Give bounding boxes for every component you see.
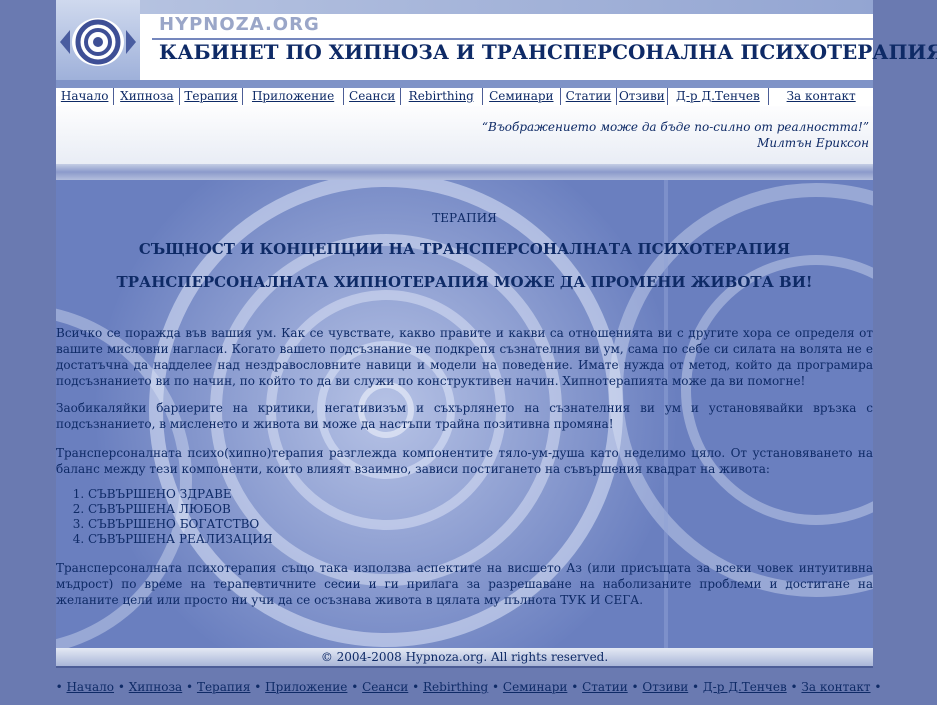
footer-link-hypnosis[interactable]: Хипноза — [129, 680, 182, 694]
nav-item-articles[interactable]: Статии — [561, 88, 618, 105]
footer-separator: • — [488, 680, 503, 694]
page: HYPNOZA.ORG КАБИНЕТ ПО ХИПНОЗА И ТРАНСПЕ… — [56, 0, 937, 668]
footer-link-rebirthing[interactable]: Rebirthing — [423, 680, 488, 694]
paragraph-1: Всичко се поражда във вашия ум. Как се ч… — [56, 326, 873, 388]
heading-change-life: ТРАНСПЕРСОНАЛНАТА ХИПНОТЕРАПИЯ МОЖЕ ДА П… — [116, 273, 813, 291]
nav-item-reviews[interactable]: Отзиви — [617, 88, 668, 105]
footer-separator: • — [55, 680, 67, 694]
logo-text: HYPNOZA.ORG — [159, 14, 320, 35]
list-item: СЪВЪРШЕНО ЗДРАВЕ — [88, 487, 273, 502]
nav-item-seminars[interactable]: Семинари — [483, 88, 561, 105]
paragraph-4: Трансперсоналната психотерапия също така… — [56, 561, 873, 607]
footer-separator: • — [182, 680, 197, 694]
footer-link-application[interactable]: Приложение — [265, 680, 347, 694]
list-item: СЪВЪРШЕНО БОГАТСТВО — [88, 517, 273, 532]
site-title: КАБИНЕТ ПО ХИПНОЗА И ТРАНСПЕРСОНАЛНА ПСИ… — [159, 40, 937, 64]
list-item: СЪВЪРШЕНА РЕАЛИЗАЦИЯ — [88, 532, 273, 547]
footer-link-contact[interactable]: За контакт — [801, 680, 870, 694]
nav-item-application[interactable]: Приложение — [243, 88, 345, 105]
footer-link-reviews[interactable]: Отзиви — [642, 680, 688, 694]
footer-link-sessions[interactable]: Сеанси — [362, 680, 408, 694]
spiral-eye-icon — [60, 18, 136, 66]
perfect-square-list: СЪВЪРШЕНО ЗДРАВЕ СЪВЪРШЕНА ЛЮБОВ СЪВЪРШЕ… — [56, 487, 273, 547]
nav-item-hypnosis[interactable]: Хипноза — [114, 88, 181, 105]
nav-item-sessions[interactable]: Сеанси — [344, 88, 401, 105]
nav-item-doctor[interactable]: Д-р Д.Тенчев — [668, 88, 770, 105]
separator-bar — [56, 164, 873, 180]
footer-link-home[interactable]: Начало — [66, 680, 114, 694]
nav-item-rebirthing[interactable]: Rebirthing — [401, 88, 483, 105]
section-label: ТЕРАПИЯ — [432, 211, 497, 225]
quote-text: “Въображението може да бъде по-силно от … — [481, 120, 869, 134]
footer-separator: • — [114, 680, 129, 694]
footer-separator: • — [688, 680, 703, 694]
nav-item-home[interactable]: Начало — [56, 88, 115, 105]
footer-separator: • — [627, 680, 643, 694]
main-content: ТЕРАПИЯ СЪЩНОСТ И КОНЦЕПЦИИ НА ТРАНСПЕРС… — [56, 180, 873, 648]
footer-separator: • — [567, 680, 583, 694]
footer-separator: • — [870, 680, 882, 694]
footer-link-doctor[interactable]: Д-р Д.Тенчев — [703, 680, 787, 694]
footer-separator: • — [786, 680, 802, 694]
quote-author: Милтън Ериксон — [757, 136, 869, 150]
logo[interactable] — [56, 0, 140, 80]
paragraph-2: Заобикаляйки бариерите на критики, негат… — [56, 401, 873, 431]
header: HYPNOZA.ORG КАБИНЕТ ПО ХИПНОЗА И ТРАНСПЕ… — [56, 0, 937, 80]
footer-separator: • — [347, 680, 363, 694]
footer-link-articles[interactable]: Статии — [582, 680, 628, 694]
footer-separator: • — [250, 680, 266, 694]
header-top-band — [140, 0, 873, 14]
main-nav: Начало Хипноза Терапия Приложение Сеанси… — [56, 80, 873, 106]
nav-item-contact[interactable]: За контакт — [769, 88, 873, 105]
heading-essence: СЪЩНОСТ И КОНЦЕПЦИИ НА ТРАНСПЕРСОНАЛНАТА… — [138, 240, 791, 258]
nav-item-therapy[interactable]: Терапия — [180, 88, 243, 105]
list-item: СЪВЪРШЕНА ЛЮБОВ — [88, 502, 273, 517]
quote-box: “Въображението може да бъде по-силно от … — [56, 106, 873, 164]
footer-copyright: © 2004-2008 Hypnoza.org. All rights rese… — [56, 648, 873, 668]
paragraph-3: Трансперсоналната психо(хипно)терапия ра… — [56, 446, 873, 476]
footer-nav: • Начало • Хипноза • Терапия • Приложени… — [0, 680, 937, 694]
footer-link-seminars[interactable]: Семинари — [503, 680, 567, 694]
footer-link-therapy[interactable]: Терапия — [197, 680, 251, 694]
footer-separator: • — [408, 680, 423, 694]
